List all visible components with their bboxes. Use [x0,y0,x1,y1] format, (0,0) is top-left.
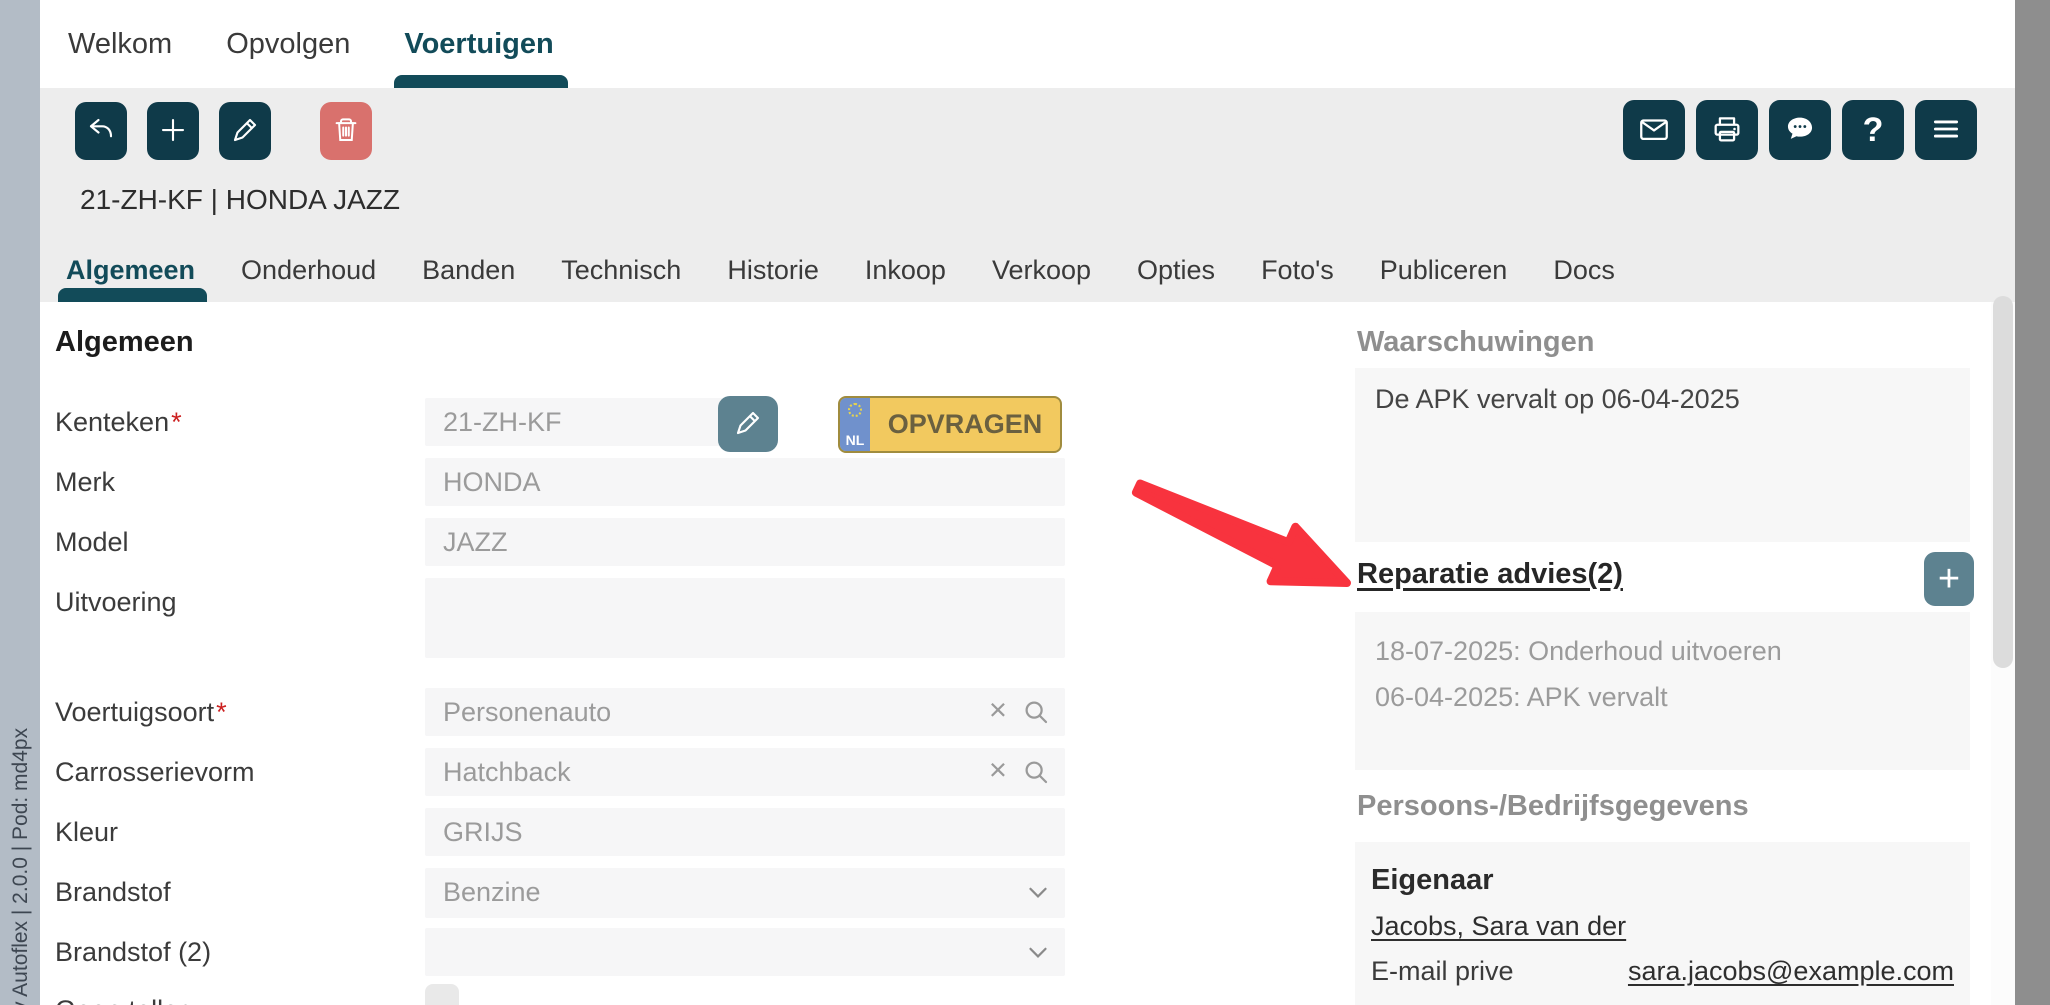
pencil-icon [733,408,763,441]
required-marker: * [216,697,227,727]
label-brandstof: Brandstof [55,877,405,908]
subtab-inkoop[interactable]: Inkoop [865,238,946,302]
label-voertuigsoort: Voertuigsoort* [55,697,405,728]
edit-button[interactable] [219,102,271,160]
toolbar: ? 21-ZH-KF | HONDA JAZZ Algemeen Onderho… [40,88,2015,302]
left-rail: y Autoflex | 2.0.0 | Pod: md4px [0,0,40,1005]
menu-button[interactable] [1915,100,1977,160]
back-button[interactable] [75,102,127,160]
clear-icon[interactable]: × [989,692,1007,728]
chat-button[interactable] [1769,100,1831,160]
subtab-onderhoud[interactable]: Onderhoud [241,238,376,302]
repair-advice-item: 06-04-2025: APK vervalt [1375,674,1950,720]
subtab-historie[interactable]: Historie [727,238,819,302]
search-icon[interactable] [1021,697,1051,732]
label-model: Model [55,527,405,558]
top-tab-bar: Welkom Opvolgen Voertuigen [40,0,2015,88]
label-kleur: Kleur [55,817,405,848]
opvragen-button[interactable]: NL OPVRAGEN [838,396,1062,453]
geen-teller-checkbox[interactable] [425,984,459,1005]
opvragen-label: OPVRAGEN [870,398,1060,451]
pencil-icon [230,115,260,148]
label-brandstof-2: Brandstof (2) [55,937,405,968]
email-button[interactable] [1623,100,1685,160]
model-field[interactable]: JAZZ [425,518,1065,566]
label-merk: Merk [55,467,405,498]
trash-icon [331,115,361,148]
merk-field[interactable]: HONDA [425,458,1065,506]
kleur-field[interactable]: GRIJS [425,808,1065,856]
label-kenteken: Kenteken* [55,407,405,438]
label-geen-teller: Geen teller [55,995,405,1005]
repair-advice-item: 18-07-2025: Onderhoud uitvoeren [1375,628,1950,674]
chevron-down-icon[interactable] [1023,937,1053,972]
owner-role-label: Eigenaar [1371,864,1954,897]
tab-voertuigen[interactable]: Voertuigen [404,0,553,88]
person-company-heading: Persoons-/Bedrijfsgegevens [1357,790,1749,823]
subtab-docs[interactable]: Docs [1553,238,1615,302]
clear-icon[interactable]: × [989,752,1007,788]
warning-text: De APK vervalt op 06-04-2025 [1355,368,1970,431]
voertuigsoort-field[interactable]: Personenauto × [425,688,1065,736]
tab-welkom[interactable]: Welkom [68,0,172,88]
kenteken-edit-button[interactable] [718,396,778,452]
eu-stars-icon [848,403,862,417]
scrollbar-thumb[interactable] [1993,296,2013,668]
add-repair-advice-button[interactable]: + [1924,552,1974,606]
hamburger-icon [1929,112,1963,149]
uitvoering-field[interactable] [425,578,1065,658]
subtab-bar: Algemeen Onderhoud Banden Technisch Hist… [66,238,1615,302]
required-marker: * [171,407,182,437]
label-carrosserievorm: Carrosserievorm [55,757,405,788]
warnings-box: De APK vervalt op 06-04-2025 [1355,368,1970,542]
search-icon[interactable] [1021,757,1051,792]
plus-icon [158,115,188,148]
owner-name-link[interactable]: Jacobs, Sara van der [1371,911,1626,942]
subtab-fotos[interactable]: Foto's [1261,238,1334,302]
kenteken-field[interactable]: 21-ZH-KF [425,398,723,446]
chat-icon [1783,112,1817,149]
vehicle-title: 21-ZH-KF | HONDA JAZZ [80,184,400,216]
label-uitvoering: Uitvoering [55,587,405,618]
chevron-down-icon[interactable] [1023,877,1053,912]
warnings-heading: Waarschuwingen [1357,326,1594,359]
brandstof-2-select[interactable] [425,928,1065,976]
annotation-arrow [1090,440,1370,610]
subtab-publiceren[interactable]: Publiceren [1380,238,1508,302]
email-link[interactable]: sara.jacobs@example.com [1628,956,1954,987]
subtab-algemeen[interactable]: Algemeen [66,238,195,302]
tab-opvolgen[interactable]: Opvolgen [226,0,350,88]
plus-icon: + [1938,558,1960,600]
carrosserievorm-field[interactable]: Hatchback × [425,748,1065,796]
back-icon [86,115,116,148]
print-button[interactable] [1696,100,1758,160]
app-window: y Autoflex | 2.0.0 | Pod: md4px Welkom O… [0,0,2050,1005]
repair-advice-link[interactable]: Reparatie advies(2) [1357,558,1623,591]
add-button[interactable] [147,102,199,160]
printer-icon [1710,112,1744,149]
section-heading: Algemeen [55,326,194,359]
version-label: y Autoflex | 2.0.0 | Pod: md4px [9,542,33,1005]
help-button[interactable]: ? [1842,100,1904,160]
subtab-verkoop[interactable]: Verkoop [992,238,1091,302]
subtab-opties[interactable]: Opties [1137,238,1215,302]
brandstof-select[interactable]: Benzine [425,868,1065,918]
repair-advice-box: 18-07-2025: Onderhoud uitvoeren 06-04-20… [1355,612,1970,770]
envelope-icon [1637,112,1671,149]
right-rail [2015,0,2050,1005]
question-mark-icon: ? [1863,111,1884,150]
subtab-banden[interactable]: Banden [422,238,515,302]
subtab-technisch[interactable]: Technisch [561,238,681,302]
email-label: E-mail prive [1371,956,1514,987]
owner-box: Eigenaar Jacobs, Sara van der E-mail pri… [1355,842,1970,1005]
nl-plate-strip: NL [840,398,870,451]
delete-button[interactable] [320,102,372,160]
